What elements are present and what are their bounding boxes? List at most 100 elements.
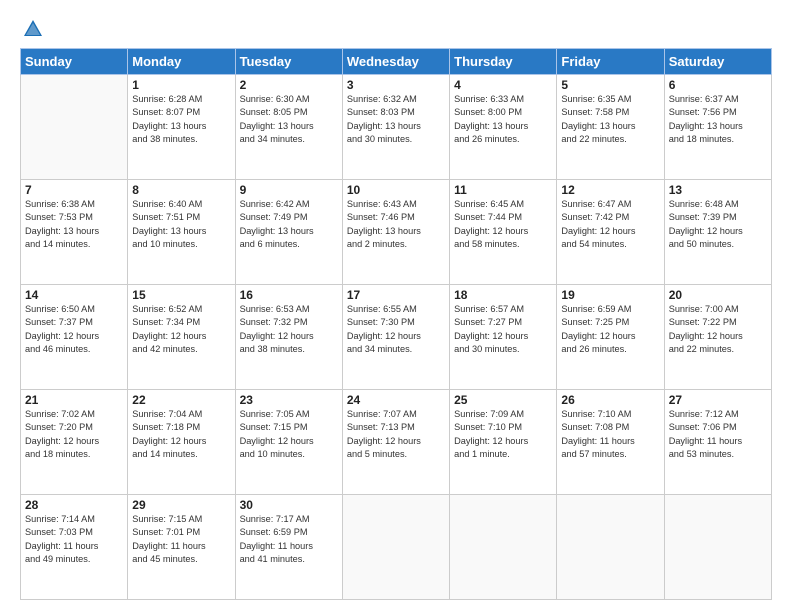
day-number: 21 — [25, 393, 123, 407]
col-header-friday: Friday — [557, 49, 664, 75]
col-header-saturday: Saturday — [664, 49, 771, 75]
day-info: Sunrise: 7:15 AMSunset: 7:01 PMDaylight:… — [132, 513, 230, 566]
day-number: 2 — [240, 78, 338, 92]
day-info: Sunrise: 6:57 AMSunset: 7:27 PMDaylight:… — [454, 303, 552, 356]
logo-icon — [22, 18, 44, 40]
day-info: Sunrise: 6:30 AMSunset: 8:05 PMDaylight:… — [240, 93, 338, 146]
day-number: 28 — [25, 498, 123, 512]
calendar-cell — [342, 495, 449, 600]
day-info: Sunrise: 7:14 AMSunset: 7:03 PMDaylight:… — [25, 513, 123, 566]
day-number: 14 — [25, 288, 123, 302]
week-row-5: 28Sunrise: 7:14 AMSunset: 7:03 PMDayligh… — [21, 495, 772, 600]
calendar-cell: 24Sunrise: 7:07 AMSunset: 7:13 PMDayligh… — [342, 390, 449, 495]
day-info: Sunrise: 7:04 AMSunset: 7:18 PMDaylight:… — [132, 408, 230, 461]
day-number: 24 — [347, 393, 445, 407]
calendar-cell: 10Sunrise: 6:43 AMSunset: 7:46 PMDayligh… — [342, 180, 449, 285]
calendar-cell: 26Sunrise: 7:10 AMSunset: 7:08 PMDayligh… — [557, 390, 664, 495]
calendar-cell: 13Sunrise: 6:48 AMSunset: 7:39 PMDayligh… — [664, 180, 771, 285]
calendar-cell: 5Sunrise: 6:35 AMSunset: 7:58 PMDaylight… — [557, 75, 664, 180]
day-info: Sunrise: 7:07 AMSunset: 7:13 PMDaylight:… — [347, 408, 445, 461]
header-row: SundayMondayTuesdayWednesdayThursdayFrid… — [21, 49, 772, 75]
calendar-cell: 21Sunrise: 7:02 AMSunset: 7:20 PMDayligh… — [21, 390, 128, 495]
calendar-cell: 12Sunrise: 6:47 AMSunset: 7:42 PMDayligh… — [557, 180, 664, 285]
calendar-cell: 8Sunrise: 6:40 AMSunset: 7:51 PMDaylight… — [128, 180, 235, 285]
day-number: 16 — [240, 288, 338, 302]
calendar-cell: 14Sunrise: 6:50 AMSunset: 7:37 PMDayligh… — [21, 285, 128, 390]
day-number: 20 — [669, 288, 767, 302]
calendar-cell: 2Sunrise: 6:30 AMSunset: 8:05 PMDaylight… — [235, 75, 342, 180]
day-number: 18 — [454, 288, 552, 302]
calendar-cell — [21, 75, 128, 180]
day-number: 23 — [240, 393, 338, 407]
calendar-cell: 29Sunrise: 7:15 AMSunset: 7:01 PMDayligh… — [128, 495, 235, 600]
day-number: 7 — [25, 183, 123, 197]
day-number: 4 — [454, 78, 552, 92]
day-number: 15 — [132, 288, 230, 302]
day-number: 17 — [347, 288, 445, 302]
day-info: Sunrise: 6:38 AMSunset: 7:53 PMDaylight:… — [25, 198, 123, 251]
calendar-cell: 18Sunrise: 6:57 AMSunset: 7:27 PMDayligh… — [450, 285, 557, 390]
day-number: 29 — [132, 498, 230, 512]
day-number: 9 — [240, 183, 338, 197]
day-info: Sunrise: 6:43 AMSunset: 7:46 PMDaylight:… — [347, 198, 445, 251]
calendar-cell: 3Sunrise: 6:32 AMSunset: 8:03 PMDaylight… — [342, 75, 449, 180]
day-number: 6 — [669, 78, 767, 92]
col-header-sunday: Sunday — [21, 49, 128, 75]
day-info: Sunrise: 7:02 AMSunset: 7:20 PMDaylight:… — [25, 408, 123, 461]
calendar-cell: 15Sunrise: 6:52 AMSunset: 7:34 PMDayligh… — [128, 285, 235, 390]
day-info: Sunrise: 6:28 AMSunset: 8:07 PMDaylight:… — [132, 93, 230, 146]
day-number: 13 — [669, 183, 767, 197]
day-info: Sunrise: 7:00 AMSunset: 7:22 PMDaylight:… — [669, 303, 767, 356]
day-number: 27 — [669, 393, 767, 407]
calendar-cell: 11Sunrise: 6:45 AMSunset: 7:44 PMDayligh… — [450, 180, 557, 285]
calendar-cell: 23Sunrise: 7:05 AMSunset: 7:15 PMDayligh… — [235, 390, 342, 495]
day-info: Sunrise: 6:45 AMSunset: 7:44 PMDaylight:… — [454, 198, 552, 251]
day-number: 30 — [240, 498, 338, 512]
calendar-cell — [450, 495, 557, 600]
day-info: Sunrise: 6:50 AMSunset: 7:37 PMDaylight:… — [25, 303, 123, 356]
day-number: 19 — [561, 288, 659, 302]
day-info: Sunrise: 6:52 AMSunset: 7:34 PMDaylight:… — [132, 303, 230, 356]
day-info: Sunrise: 6:48 AMSunset: 7:39 PMDaylight:… — [669, 198, 767, 251]
day-info: Sunrise: 6:47 AMSunset: 7:42 PMDaylight:… — [561, 198, 659, 251]
calendar-cell: 19Sunrise: 6:59 AMSunset: 7:25 PMDayligh… — [557, 285, 664, 390]
page: SundayMondayTuesdayWednesdayThursdayFrid… — [0, 0, 792, 612]
calendar-cell: 4Sunrise: 6:33 AMSunset: 8:00 PMDaylight… — [450, 75, 557, 180]
day-info: Sunrise: 7:05 AMSunset: 7:15 PMDaylight:… — [240, 408, 338, 461]
day-info: Sunrise: 6:42 AMSunset: 7:49 PMDaylight:… — [240, 198, 338, 251]
col-header-wednesday: Wednesday — [342, 49, 449, 75]
day-number: 11 — [454, 183, 552, 197]
day-info: Sunrise: 6:37 AMSunset: 7:56 PMDaylight:… — [669, 93, 767, 146]
col-header-tuesday: Tuesday — [235, 49, 342, 75]
calendar-cell: 7Sunrise: 6:38 AMSunset: 7:53 PMDaylight… — [21, 180, 128, 285]
day-number: 22 — [132, 393, 230, 407]
day-info: Sunrise: 7:12 AMSunset: 7:06 PMDaylight:… — [669, 408, 767, 461]
calendar-cell: 28Sunrise: 7:14 AMSunset: 7:03 PMDayligh… — [21, 495, 128, 600]
day-number: 10 — [347, 183, 445, 197]
calendar-cell: 22Sunrise: 7:04 AMSunset: 7:18 PMDayligh… — [128, 390, 235, 495]
calendar-cell: 1Sunrise: 6:28 AMSunset: 8:07 PMDaylight… — [128, 75, 235, 180]
calendar-cell: 20Sunrise: 7:00 AMSunset: 7:22 PMDayligh… — [664, 285, 771, 390]
calendar-cell: 30Sunrise: 7:17 AMSunset: 6:59 PMDayligh… — [235, 495, 342, 600]
day-info: Sunrise: 7:09 AMSunset: 7:10 PMDaylight:… — [454, 408, 552, 461]
day-info: Sunrise: 7:10 AMSunset: 7:08 PMDaylight:… — [561, 408, 659, 461]
col-header-thursday: Thursday — [450, 49, 557, 75]
day-info: Sunrise: 6:55 AMSunset: 7:30 PMDaylight:… — [347, 303, 445, 356]
day-info: Sunrise: 6:59 AMSunset: 7:25 PMDaylight:… — [561, 303, 659, 356]
day-number: 25 — [454, 393, 552, 407]
week-row-2: 7Sunrise: 6:38 AMSunset: 7:53 PMDaylight… — [21, 180, 772, 285]
day-info: Sunrise: 6:40 AMSunset: 7:51 PMDaylight:… — [132, 198, 230, 251]
day-number: 5 — [561, 78, 659, 92]
calendar-cell: 27Sunrise: 7:12 AMSunset: 7:06 PMDayligh… — [664, 390, 771, 495]
day-number: 26 — [561, 393, 659, 407]
day-info: Sunrise: 6:53 AMSunset: 7:32 PMDaylight:… — [240, 303, 338, 356]
week-row-1: 1Sunrise: 6:28 AMSunset: 8:07 PMDaylight… — [21, 75, 772, 180]
day-number: 1 — [132, 78, 230, 92]
calendar-cell — [664, 495, 771, 600]
logo — [20, 18, 44, 40]
day-info: Sunrise: 7:17 AMSunset: 6:59 PMDaylight:… — [240, 513, 338, 566]
col-header-monday: Monday — [128, 49, 235, 75]
week-row-4: 21Sunrise: 7:02 AMSunset: 7:20 PMDayligh… — [21, 390, 772, 495]
calendar-cell: 16Sunrise: 6:53 AMSunset: 7:32 PMDayligh… — [235, 285, 342, 390]
day-info: Sunrise: 6:35 AMSunset: 7:58 PMDaylight:… — [561, 93, 659, 146]
